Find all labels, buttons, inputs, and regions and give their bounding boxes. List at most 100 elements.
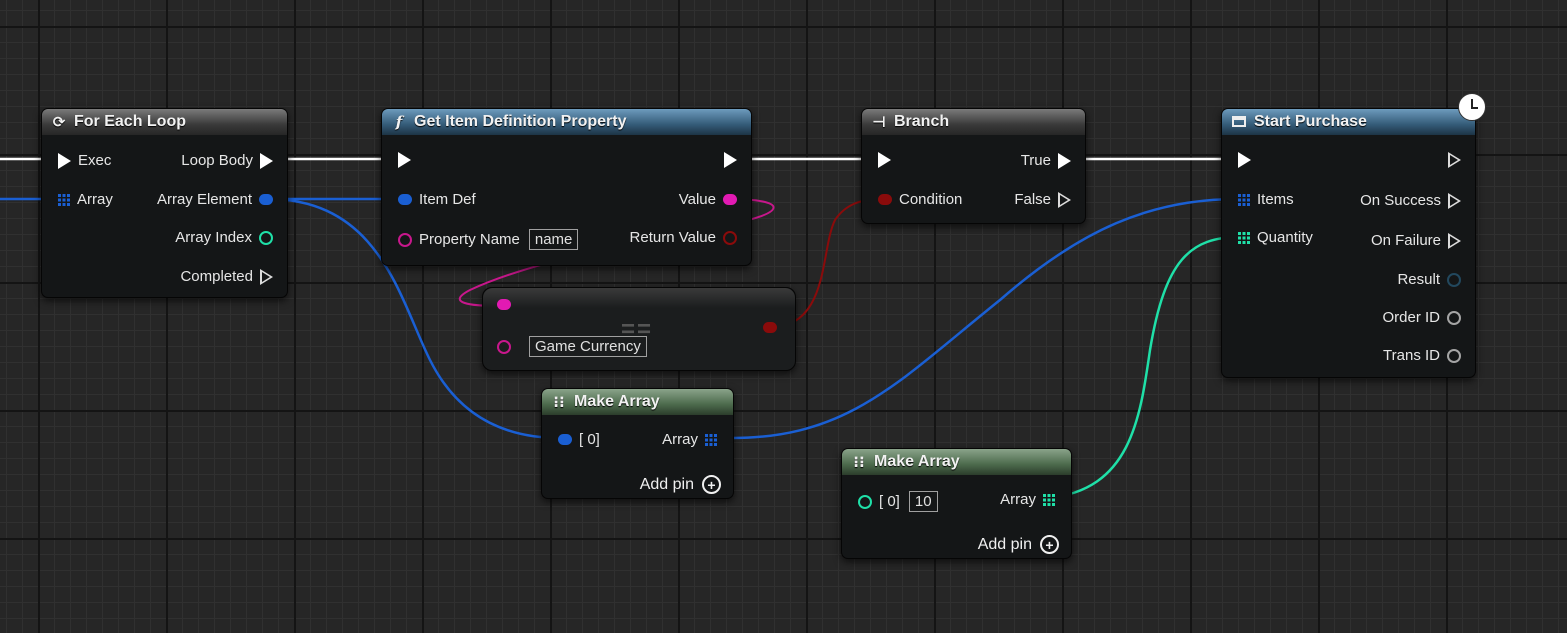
true-output-pin-row[interactable]: True [1014, 152, 1071, 169]
exec-input-pin-row[interactable]: Exec [58, 152, 118, 169]
trans-id-output-pin-row[interactable]: Trans ID [1376, 347, 1461, 364]
completed-output-pin-row[interactable]: Completed [173, 268, 273, 285]
make-array-header[interactable]: ⁝⁝ Make Array [842, 449, 1071, 475]
object-pin[interactable] [259, 194, 273, 205]
add-pin-button[interactable]: Add pin + [640, 475, 721, 494]
start-purchase-header[interactable]: Start Purchase [1222, 109, 1475, 135]
array-element-output-pin-row[interactable]: Array Element [150, 191, 273, 208]
plus-icon: + [1040, 535, 1059, 554]
result-output-pin-row[interactable]: Result [1390, 271, 1461, 288]
equals-input-b-pin-row[interactable]: Game Currency [497, 336, 647, 357]
branch-header[interactable]: ⊣ Branch [862, 109, 1085, 135]
array-output-pin-row[interactable]: Array [993, 491, 1055, 508]
on-failure-output-pin-row[interactable]: On Failure [1364, 232, 1461, 249]
exec-pin[interactable] [1448, 232, 1461, 249]
start-purchase-node[interactable]: Start Purchase Items Quantity On Success… [1221, 108, 1476, 378]
exec-output-pin-row[interactable] [724, 152, 737, 168]
equals-node[interactable]: == Game Currency [482, 287, 796, 371]
get-item-definition-property-node[interactable]: f Get Item Definition Property Item Def … [381, 108, 752, 266]
object-pin[interactable] [558, 434, 572, 445]
exec-input-pin-row[interactable] [1238, 152, 1251, 168]
for-each-loop-node[interactable]: ⟳ For Each Loop Exec Array Loop Body Arr… [41, 108, 288, 298]
value-output-pin-row[interactable]: Value [672, 191, 737, 208]
object-wire-makearray-to-items [731, 197, 1239, 440]
exec-output-pin-row[interactable] [1448, 152, 1461, 168]
exec-pin[interactable] [398, 152, 411, 168]
array-input-pin-row[interactable]: Array [58, 191, 120, 208]
branch-node[interactable]: ⊣ Branch Condition True False [861, 108, 1086, 224]
item-def-input-pin-row[interactable]: Item Def [398, 191, 483, 208]
exec-pin[interactable] [1058, 152, 1071, 169]
array-index-output-pin-row[interactable]: Array Index [168, 229, 273, 246]
exec-pin[interactable] [724, 152, 737, 168]
pin-label: On Success [1360, 192, 1441, 209]
boolean-pin[interactable] [878, 194, 892, 205]
integer-pin[interactable] [858, 494, 872, 509]
make-array-node-items[interactable]: ⁝⁝ Make Array [ 0] Array Add pin + [541, 388, 734, 499]
game-currency-input[interactable]: Game Currency [529, 336, 647, 357]
exec-pin[interactable] [1448, 192, 1461, 209]
exec-pin[interactable] [260, 152, 273, 169]
name-pin[interactable] [398, 232, 412, 247]
pin-label: Array [662, 431, 698, 448]
exec-pin[interactable] [878, 152, 891, 168]
exec-input-pin-row[interactable] [398, 152, 411, 168]
get-item-property-header[interactable]: f Get Item Definition Property [382, 109, 751, 135]
node-title: Start Purchase [1254, 113, 1367, 130]
exec-pin[interactable] [1448, 152, 1461, 168]
pin-label: Exec [78, 152, 112, 169]
node-title: Make Array [574, 393, 660, 410]
pin-label: Items [1257, 191, 1294, 208]
pin-label: Completed [180, 268, 253, 285]
name-pin[interactable] [497, 339, 511, 354]
equals-input-a-pin-row[interactable] [497, 299, 511, 310]
equals-output-pin-row[interactable] [763, 322, 777, 333]
name-pin[interactable] [497, 299, 511, 310]
condition-input-pin-row[interactable]: Condition [878, 191, 969, 208]
add-pin-label: Add pin [977, 535, 1032, 553]
property-name-input[interactable]: name [528, 229, 579, 250]
pin-label: On Failure [1370, 232, 1441, 249]
boolean-pin[interactable] [723, 230, 737, 245]
for-each-loop-header[interactable]: ⟳ For Each Loop [42, 109, 287, 135]
integer-pin[interactable] [259, 230, 273, 245]
array-grid-pin[interactable] [58, 193, 70, 206]
quantity-input-pin-row[interactable]: Quantity [1238, 229, 1320, 246]
add-pin-button[interactable]: Add pin + [978, 535, 1059, 554]
node-title: Get Item Definition Property [414, 113, 627, 130]
false-output-pin-row[interactable]: False [1007, 191, 1071, 208]
pin-label: Value [678, 191, 716, 208]
element-0-input-pin-row[interactable]: [ 0] [558, 431, 607, 448]
pin-label: Array [1000, 491, 1036, 508]
plus-icon: + [702, 475, 721, 494]
exec-pin[interactable] [260, 268, 273, 285]
array-grid-pin[interactable] [705, 433, 717, 446]
string-pin[interactable] [1447, 310, 1461, 325]
array-output-pin-row[interactable]: Array [655, 431, 717, 448]
make-array-header[interactable]: ⁝⁝ Make Array [542, 389, 733, 415]
object-pin[interactable] [398, 194, 412, 205]
exec-pin[interactable] [1058, 191, 1071, 208]
make-array-node-quantity[interactable]: ⁝⁝ Make Array [ 0] 10 Array Add pin + [841, 448, 1072, 559]
array-grid-pin[interactable] [1238, 193, 1250, 206]
return-value-output-pin-row[interactable]: Return Value [623, 229, 737, 246]
quantity-value-input[interactable]: 10 [908, 491, 938, 512]
pin-label: Result [1397, 271, 1440, 288]
exec-pin[interactable] [58, 152, 71, 169]
element-0-input-pin-row[interactable]: [ 0] 10 [858, 491, 938, 512]
order-id-output-pin-row[interactable]: Order ID [1375, 309, 1461, 326]
pin-label: False [1014, 191, 1051, 208]
array-grid-pin[interactable] [1238, 231, 1250, 244]
boolean-pin[interactable] [763, 322, 777, 333]
loop-body-output-pin-row[interactable]: Loop Body [174, 152, 273, 169]
property-name-input-pin-row[interactable]: Property Name name [398, 229, 579, 250]
items-input-pin-row[interactable]: Items [1238, 191, 1301, 208]
exec-input-pin-row[interactable] [878, 152, 891, 168]
on-success-output-pin-row[interactable]: On Success [1353, 192, 1461, 209]
enum-pin[interactable] [1447, 272, 1461, 287]
window-icon [1230, 113, 1248, 131]
exec-pin[interactable] [1238, 152, 1251, 168]
name-pin[interactable] [723, 194, 737, 205]
array-grid-pin[interactable] [1043, 493, 1055, 506]
string-pin[interactable] [1447, 348, 1461, 363]
